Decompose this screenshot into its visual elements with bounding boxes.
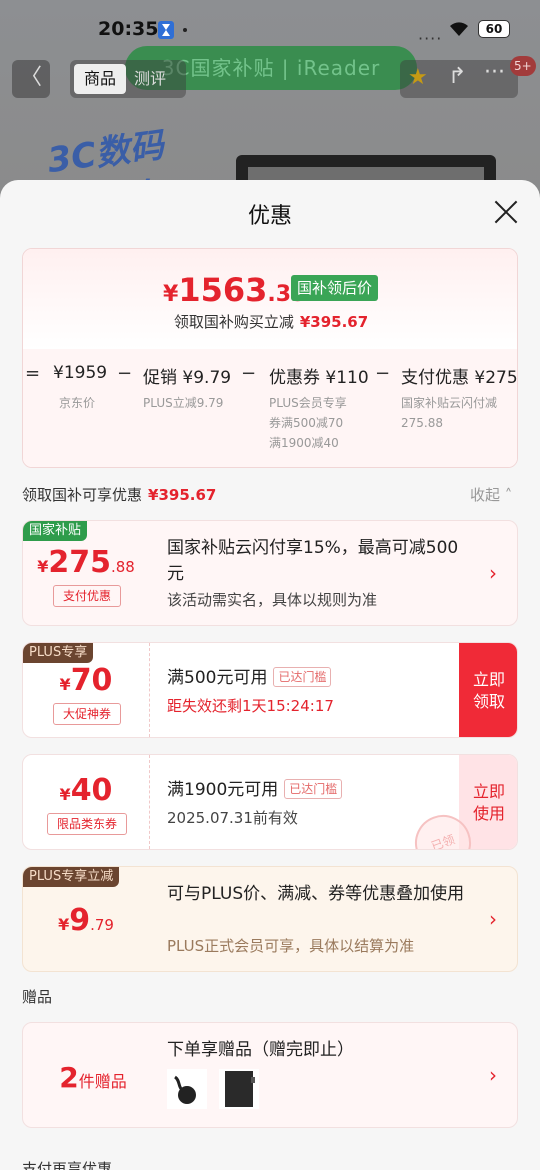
claim-button[interactable]: 立即 领取 <box>459 643 517 737</box>
price-summary-card: ¥1563.33 国补领后价 领取国补购买立减 ¥395.67 = ¥1959 京… <box>22 248 518 468</box>
gift-section-title: 赠品 <box>22 988 53 1006</box>
coupon-card-70[interactable]: PLUS专享 ¥70 大促神券 满500元可用 已达门槛 距失效还剩1天15:24… <box>22 642 518 738</box>
card-amount-label: 大促神券 <box>53 703 121 725</box>
battery-icon: 60 <box>478 20 510 38</box>
chevron-right-icon[interactable]: › <box>489 561 497 585</box>
card-amount-label: 支付优惠 <box>53 585 121 607</box>
status-bar: 20:35 ···· 60 <box>0 14 540 48</box>
card-amount: ¥40 <box>59 773 113 808</box>
formula-minus: − <box>117 363 133 384</box>
card-subtitle: 该活动需实名，具体以规则为准 <box>167 591 378 609</box>
card-amount: ¥275.88 <box>37 545 135 580</box>
formula-item-sub: 京东价 <box>59 396 96 410</box>
signal-icon: ···· <box>418 29 443 48</box>
tab-product[interactable]: 商品 <box>74 64 126 94</box>
back-button[interactable]: 〈 <box>12 60 50 98</box>
discount-card-plus[interactable]: PLUS专享立减 ¥9.79 可与PLUS价、满减、券等优惠叠加使用 PLUS正… <box>22 866 518 972</box>
card-amount: ¥70 <box>59 663 113 698</box>
notification-dot-icon <box>183 28 187 32</box>
formula-item-value: 优惠券 ¥110 <box>269 368 369 388</box>
formula-item-sub: PLUS会员专享 券满500减70 满1900减40 <box>269 396 347 450</box>
formula-item-value: ¥1959 <box>53 363 108 383</box>
card-tag: 国家补贴 <box>23 521 88 541</box>
discount-card-subsidy[interactable]: 国家补贴 ¥275.88 支付优惠 国家补贴云闪付享15%，最高可减500元 该… <box>22 520 518 626</box>
gift-title: 下单享赠品（赠完即止） <box>167 1040 354 1060</box>
final-price-tag: 国补领后价 <box>291 275 379 301</box>
card-expiry: 2025.07.31前有效 <box>167 809 298 827</box>
card-title: 国家补贴云闪付享15%，最高可减500元 <box>167 538 459 584</box>
tab-review[interactable]: 测评 <box>134 64 166 94</box>
formula-item-sub: 国家补贴云闪付减 275.88 <box>401 396 498 430</box>
chevron-right-icon[interactable]: › <box>489 1063 497 1087</box>
message-badge: 5+ <box>510 56 536 76</box>
formula-equals: = <box>25 363 41 384</box>
chevron-right-icon[interactable]: › <box>489 907 497 931</box>
card-tag: PLUS专享 <box>23 643 94 663</box>
share-icon[interactable]: ↱ <box>448 64 466 89</box>
card-subtitle: PLUS正式会员可享，具体以结算为准 <box>167 937 415 955</box>
top-navbar: 3C国家补贴 | iReader 〈 商品 测评 ★ ↱ ··· 5+ <box>0 46 540 102</box>
gift-card[interactable]: 2件赠品 下单享赠品（赠完即止） › <box>22 1022 518 1128</box>
card-title: 可与PLUS价、满减、券等优惠叠加使用 <box>167 884 465 904</box>
collapse-button[interactable]: 收起 ˄ <box>470 484 512 505</box>
sheet-title: 优惠 <box>247 204 292 229</box>
card-amount-label: 限品类东券 <box>47 813 127 835</box>
close-icon[interactable] <box>490 196 522 228</box>
nav-tabs: 商品 测评 <box>70 60 186 98</box>
gift-stylus-image <box>167 1069 207 1109</box>
final-price: ¥1563.33 <box>163 271 307 309</box>
card-amount: ¥9.79 <box>58 903 114 938</box>
save-line: 领取国补购买立减 ¥395.67 <box>173 313 369 331</box>
wifi-icon <box>450 22 468 36</box>
nav-actions: ★ ↱ ··· <box>400 60 518 98</box>
card-title: 满500元可用 已达门槛 <box>167 665 332 691</box>
threshold-met-badge: 已达门槛 <box>284 779 343 799</box>
formula-minus: − <box>241 363 257 384</box>
chevron-up-icon: ˄ <box>500 486 513 504</box>
formula-item-value: 支付优惠 ¥275. <box>401 368 518 388</box>
formula-minus: − <box>375 363 391 384</box>
discount-sheet: 优惠 ¥1563.33 国补领后价 领取国补购买立减 ¥395.67 = ¥195… <box>0 180 540 1170</box>
more-icon[interactable]: ··· <box>484 60 505 85</box>
coupon-card-40[interactable]: ¥40 限品类东券 满1900元可用 已达门槛 2025.07.31前有效 立即 … <box>22 754 518 850</box>
status-time: 20:35 <box>98 18 159 40</box>
formula-item-value: 促销 ¥9.79 <box>143 368 232 388</box>
formula-item-sub: PLUS立减9.79 <box>143 396 224 410</box>
section-title: 领取国补可享优惠 ¥395.67 <box>22 486 217 504</box>
gift-count: 2件赠品 <box>59 1061 127 1094</box>
payment-section-title: 支付再享优惠 <box>22 1160 113 1170</box>
gift-cover-image <box>219 1069 259 1109</box>
favorite-star-icon[interactable]: ★ <box>408 65 428 90</box>
card-title: 满1900元可用 已达门槛 <box>167 777 343 803</box>
card-tag: PLUS专享立减 <box>23 867 120 887</box>
card-countdown: 距失效还剩1天15:24:17 <box>167 697 334 715</box>
threshold-met-badge: 已达门槛 <box>273 667 332 687</box>
hourglass-icon <box>158 21 174 39</box>
